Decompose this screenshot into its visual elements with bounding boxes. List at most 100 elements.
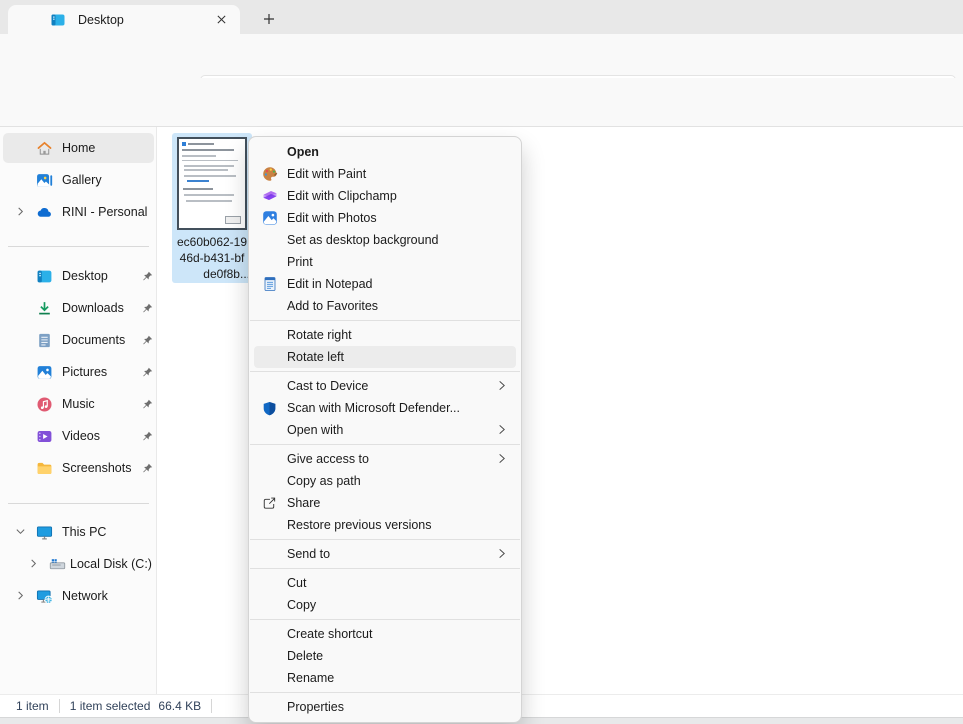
sidebar-item-pictures[interactable]: Pictures: [3, 357, 154, 387]
chevron-right-icon: [496, 380, 508, 392]
sidebar-item-label: Documents: [62, 333, 125, 347]
command-toolbar: New Sort: [0, 78, 963, 127]
new-tab-button[interactable]: [258, 8, 280, 30]
sidebar-item-label: RINI - Personal: [62, 205, 147, 219]
menu-item-print[interactable]: Print: [254, 251, 516, 273]
sidebar-item-label: Downloads: [62, 301, 124, 315]
menu-item-copy[interactable]: Copy: [254, 594, 516, 616]
chevron-right-icon: [496, 548, 508, 560]
pin-icon: [141, 366, 154, 379]
item-count: 1 item: [16, 699, 49, 713]
sidebar-item-onedrive[interactable]: RINI - Personal: [3, 197, 154, 227]
clipchamp-icon: [259, 188, 280, 204]
sidebar-item-home[interactable]: Home: [3, 133, 154, 163]
menu-item-add-to-favorites[interactable]: Add to Favorites: [254, 295, 516, 317]
chevron-right-icon: [496, 424, 508, 436]
folder-icon: [36, 460, 53, 477]
desktop-folder-icon: [50, 12, 66, 28]
onedrive-cloud-icon: [36, 204, 53, 221]
tab-desktop[interactable]: Desktop: [8, 5, 240, 34]
sidebar-item-label: Screenshots: [62, 461, 131, 475]
sidebar-item-network[interactable]: Network: [3, 581, 154, 611]
pin-icon: [141, 398, 154, 411]
menu-item-rename[interactable]: Rename: [254, 667, 516, 689]
paint-palette-icon: [259, 166, 280, 182]
sidebar-item-label: Desktop: [62, 269, 108, 283]
menu-item-open[interactable]: Open: [254, 141, 516, 163]
menu-item-edit-with-clipchamp[interactable]: Edit with Clipchamp: [254, 185, 516, 207]
menu-item-give-access-to[interactable]: Give access to: [254, 448, 516, 470]
menu-item-cut[interactable]: Cut: [254, 572, 516, 594]
defender-shield-icon: [259, 400, 280, 416]
menu-item-edit-with-paint[interactable]: Edit with Paint: [254, 163, 516, 185]
pin-icon: [141, 334, 154, 347]
menu-item-rotate-right[interactable]: Rotate right: [254, 324, 516, 346]
sidebar-item-label: Music: [62, 397, 95, 411]
sidebar-item-desktop[interactable]: Desktop: [3, 261, 154, 291]
context-menu: Open Edit with Paint Edit with Clipchamp…: [248, 136, 522, 723]
file-explorer-window: Desktop Desktop: [0, 0, 963, 724]
sidebar-item-local-disk[interactable]: Local Disk (C:): [3, 549, 154, 579]
disk-drive-icon: [49, 556, 66, 573]
pin-icon: [141, 430, 154, 443]
menu-item-edit-in-notepad[interactable]: Edit in Notepad: [254, 273, 516, 295]
menu-item-open-with[interactable]: Open with: [254, 419, 516, 441]
sidebar-item-label: Pictures: [62, 365, 107, 379]
menu-item-delete[interactable]: Delete: [254, 645, 516, 667]
sidebar-item-label: This PC: [62, 525, 106, 539]
menu-item-scan-with-defender[interactable]: Scan with Microsoft Defender...: [254, 397, 516, 419]
navigation-pane: Home Gallery RINI - Personal Desktop: [0, 127, 157, 694]
photos-icon: [259, 210, 280, 226]
pin-icon: [141, 270, 154, 283]
chevron-down-icon[interactable]: [15, 526, 27, 538]
selected-file-tile[interactable]: ec60b062-19 46d-b431-bf de0f8b...: [172, 133, 252, 283]
sidebar-item-label: Local Disk (C:): [70, 557, 152, 571]
sidebar-item-music[interactable]: Music: [3, 389, 154, 419]
sidebar-item-label: Home: [62, 141, 95, 155]
pin-icon: [141, 462, 154, 475]
pictures-icon: [36, 364, 53, 381]
sidebar-item-label: Videos: [62, 429, 100, 443]
chevron-right-icon[interactable]: [15, 206, 27, 218]
notepad-icon: [259, 276, 280, 292]
file-name: ec60b062-19 46d-b431-bf de0f8b...: [172, 234, 252, 282]
chevron-right-icon[interactable]: [15, 590, 27, 602]
sidebar-item-videos[interactable]: Videos: [3, 421, 154, 451]
desktop-icon: [36, 268, 53, 285]
chevron-right-icon: [496, 453, 508, 465]
tab-strip: Desktop: [0, 0, 963, 34]
monitor-icon: [36, 524, 53, 541]
pin-icon: [141, 302, 154, 315]
sidebar-item-label: Network: [62, 589, 108, 603]
gallery-icon: [36, 172, 53, 189]
sidebar-item-label: Gallery: [62, 173, 102, 187]
menu-item-create-shortcut[interactable]: Create shortcut: [254, 623, 516, 645]
selection-size: 66.4 KB: [158, 699, 201, 713]
sidebar-item-this-pc[interactable]: This PC: [3, 517, 154, 547]
menu-item-properties[interactable]: Properties: [254, 696, 516, 718]
sidebar-item-screenshots[interactable]: Screenshots: [3, 453, 154, 483]
share-icon: [259, 495, 280, 511]
sidebar-item-gallery[interactable]: Gallery: [3, 165, 154, 195]
menu-item-rotate-left[interactable]: Rotate left: [254, 346, 516, 368]
menu-item-edit-with-photos[interactable]: Edit with Photos: [254, 207, 516, 229]
tab-title: Desktop: [78, 13, 124, 27]
menu-item-copy-as-path[interactable]: Copy as path: [254, 470, 516, 492]
sidebar-item-downloads[interactable]: Downloads: [3, 293, 154, 323]
menu-item-set-as-desktop-background[interactable]: Set as desktop background: [254, 229, 516, 251]
menu-item-send-to[interactable]: Send to: [254, 543, 516, 565]
navigation-bar: Desktop: [0, 34, 963, 78]
menu-item-share[interactable]: Share: [254, 492, 516, 514]
downloads-icon: [36, 300, 53, 317]
home-icon: [36, 140, 53, 157]
menu-item-cast-to-device[interactable]: Cast to Device: [254, 375, 516, 397]
tab-close-icon[interactable]: [213, 11, 230, 28]
selection-count: 1 item selected: [70, 699, 151, 713]
file-thumbnail: [177, 137, 247, 230]
documents-icon: [36, 332, 53, 349]
sidebar-item-documents[interactable]: Documents: [3, 325, 154, 355]
network-icon: [36, 588, 53, 605]
chevron-right-icon[interactable]: [28, 558, 40, 570]
videos-icon: [36, 428, 53, 445]
menu-item-restore-previous-versions[interactable]: Restore previous versions: [254, 514, 516, 536]
